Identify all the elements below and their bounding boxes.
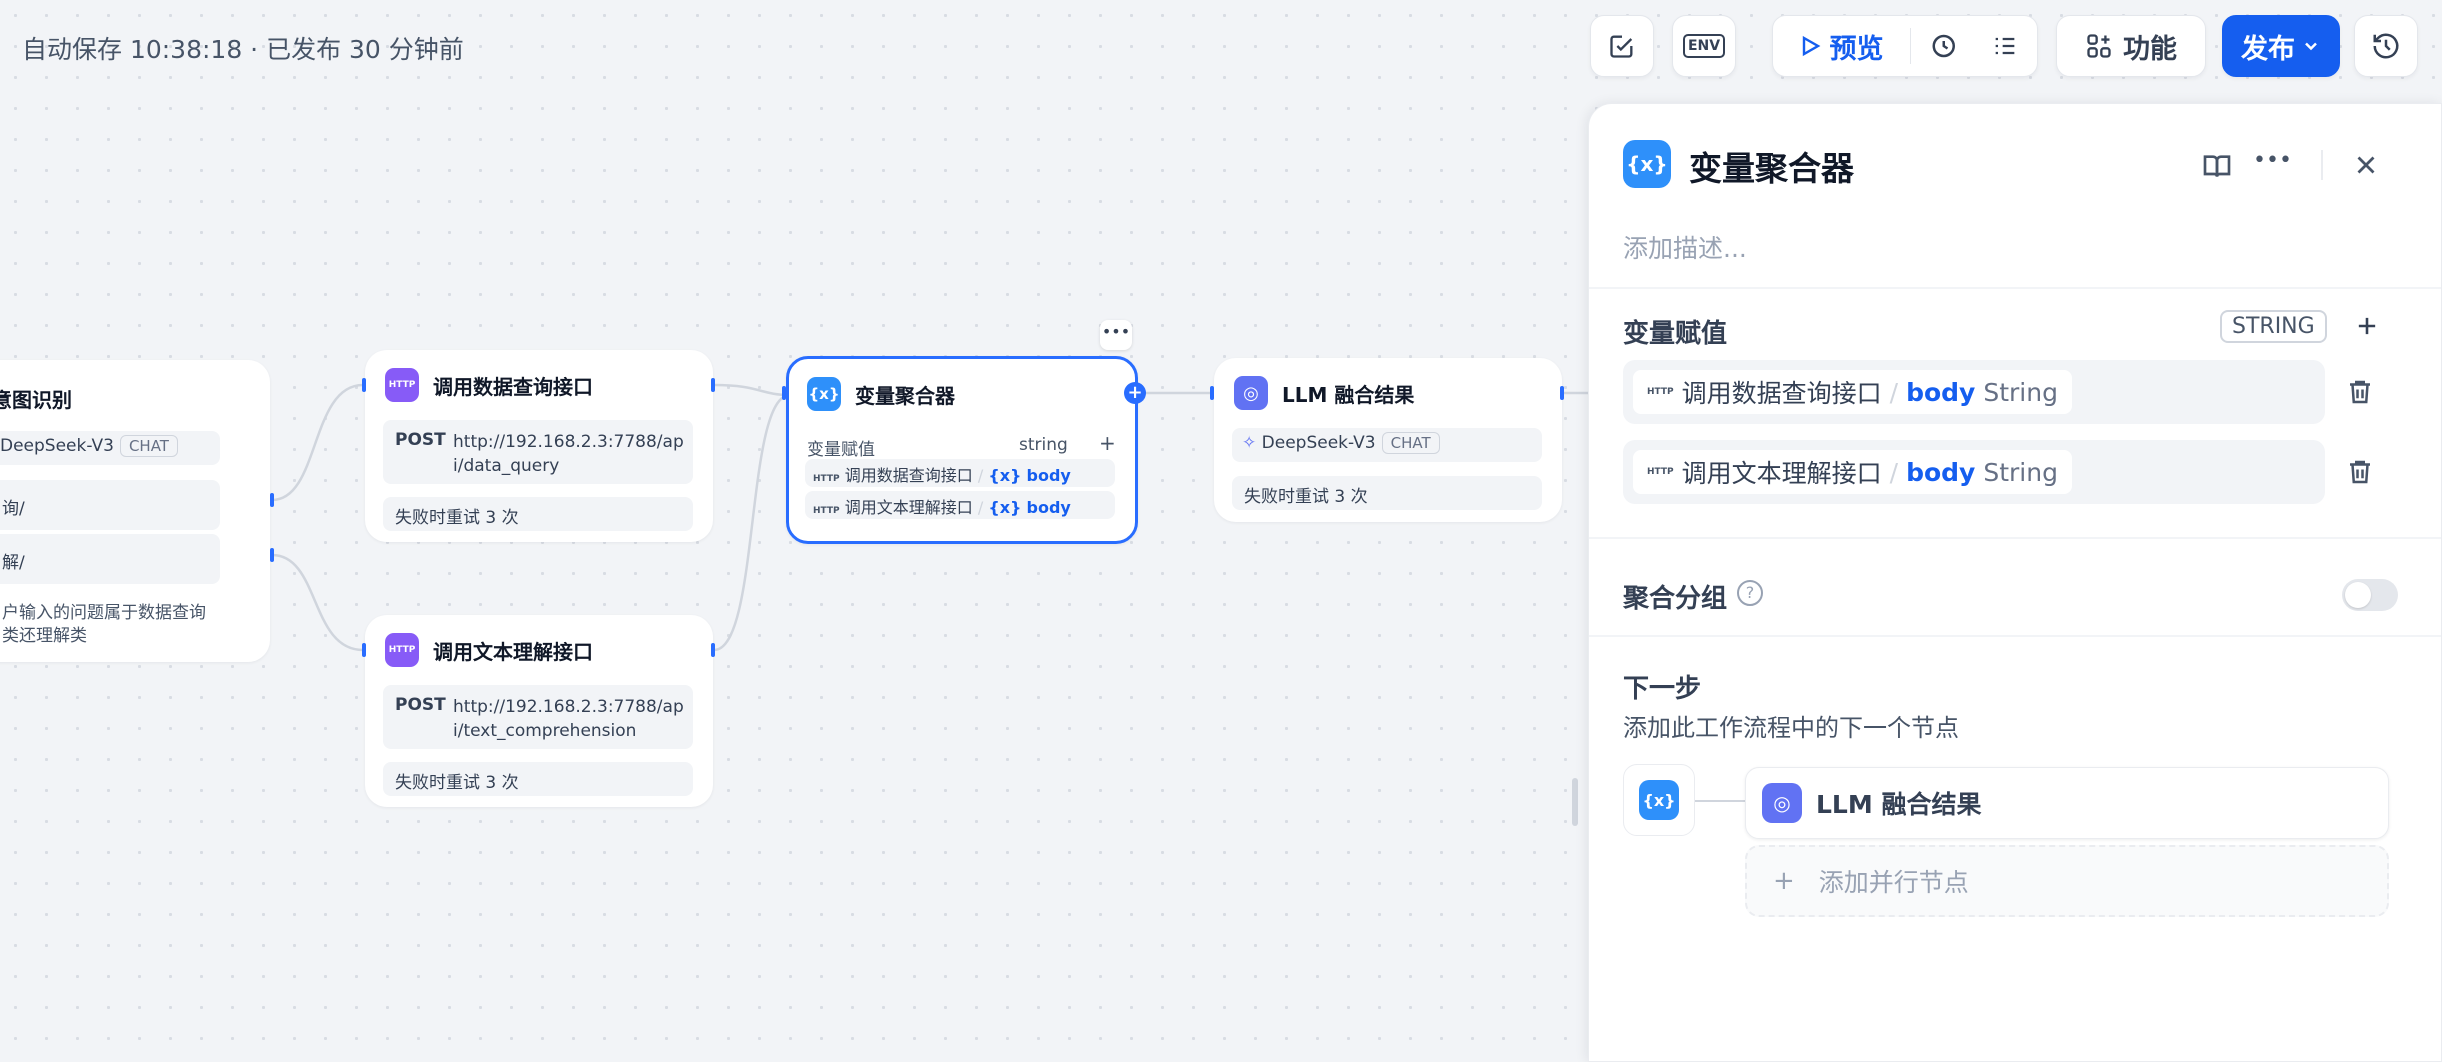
add-parallel-node-button[interactable]: + 添加并行节点 <box>1745 845 2389 917</box>
llm-icon: ◎ <box>1762 783 1802 823</box>
preview-group: 预览 <box>1772 15 2038 77</box>
http-icon: HTTP <box>813 474 840 484</box>
input-handle[interactable] <box>782 386 786 400</box>
next-step-desc: 添加此工作流程中的下一个节点 <box>1623 714 1959 742</box>
output-handle[interactable] <box>711 643 715 657</box>
current-node-thumb: {x} <box>1623 764 1695 836</box>
llm-icon: ◎ <box>1234 376 1268 410</box>
output-handle[interactable] <box>711 378 715 392</box>
variable-icon: {x} <box>1639 780 1679 820</box>
more-icon[interactable]: ••• <box>2253 148 2292 173</box>
history-icon <box>2373 33 2399 59</box>
next-node-card[interactable]: ◎ LLM 融合结果 <box>1745 767 2389 839</box>
description-input[interactable]: 添加描述... <box>1623 229 1747 265</box>
node-header: ◎ LLM 融合结果 <box>1234 376 1414 410</box>
node-config-panel: {x} 变量聚合器 ••• 添加描述... 变量赋值 STRING HTTP 调… <box>1588 103 2442 1062</box>
retry-pill: 失败时重试 3 次 <box>1232 476 1542 510</box>
plus-icon: + <box>1773 866 1795 896</box>
edge-intent-query <box>271 383 364 502</box>
features-button[interactable]: 功能 <box>2056 15 2206 77</box>
resize-handle[interactable] <box>1572 778 1578 826</box>
var-chip: HTTP 调用数据查询接口 / body String <box>1633 370 2072 414</box>
add-icon[interactable] <box>2353 312 2381 340</box>
divider <box>1909 28 1911 64</box>
var-chip: HTTP 调用文本理解接口 / body String <box>1633 450 2072 494</box>
type-select[interactable]: STRING <box>2220 310 2327 343</box>
divider <box>1589 287 2441 289</box>
chevron-down-icon <box>2305 42 2317 51</box>
connector-line <box>1695 800 1745 802</box>
env-button[interactable]: ENV <box>1672 15 1736 77</box>
type-label: string <box>1019 435 1068 455</box>
preview-button[interactable]: 预览 <box>1776 16 1906 76</box>
http-icon: HTTP <box>385 633 419 667</box>
var-row[interactable]: HTTP 调用文本理解接口 / body String <box>1623 440 2325 504</box>
node-intent[interactable]: 意图识别 DeepSeek-V3 CHAT 询/ 解/ 户输入的问题属于数据查询类… <box>0 360 270 662</box>
next-step-title: 下一步 <box>1623 674 1702 704</box>
input-handle[interactable] <box>1210 386 1214 400</box>
model-pill: ✧ DeepSeek-V3 CHAT <box>1232 428 1542 462</box>
output-handle[interactable] <box>270 493 274 507</box>
divider <box>2321 150 2323 180</box>
node-header: {x} 变量聚合器 <box>807 377 955 411</box>
check-edit-icon <box>1610 35 1633 58</box>
run-history-button[interactable] <box>1915 16 1975 76</box>
var-row: HTTP 调用文本理解接口 / {x} body <box>805 491 1115 519</box>
input-handle[interactable] <box>362 643 366 657</box>
retry-pill: 失败时重试 3 次 <box>383 762 693 796</box>
node-aggregator[interactable]: {x} 变量聚合器 变量赋值 string + HTTP 调用数据查询接口 / … <box>786 356 1138 544</box>
input-handle[interactable] <box>362 378 366 392</box>
version-history-button[interactable] <box>2354 15 2418 77</box>
var-row[interactable]: HTTP 调用数据查询接口 / body String <box>1623 360 2325 424</box>
var-row: HTTP 调用数据查询接口 / {x} body <box>805 459 1115 487</box>
publish-button[interactable]: 发布 <box>2222 15 2340 77</box>
model-pill: DeepSeek-V3 CHAT <box>0 431 220 465</box>
http-icon: HTTP <box>1647 467 1674 477</box>
env-icon: ENV <box>1682 34 1726 58</box>
request-pill: POST http://192.168.2.3:7788/api/data_qu… <box>383 420 693 484</box>
variable-icon: {x} <box>807 377 841 411</box>
group-title: 聚合分组 <box>1623 584 1728 614</box>
close-icon[interactable] <box>2351 150 2381 180</box>
request-pill: POST http://192.168.2.3:7788/api/text_co… <box>383 685 693 749</box>
node-header: HTTP 调用数据查询接口 <box>385 368 593 402</box>
node-title: 意图识别 <box>0 388 72 412</box>
http-icon: HTTP <box>1647 387 1674 397</box>
section-label: 变量赋值 <box>807 440 875 460</box>
divider <box>1589 635 2441 637</box>
more-icon[interactable]: ••• <box>1100 320 1132 350</box>
node-http-query[interactable]: HTTP 调用数据查询接口 POST http://192.168.2.3:77… <box>365 350 713 542</box>
node-http-text[interactable]: HTTP 调用文本理解接口 POST http://192.168.2.3:77… <box>365 615 713 807</box>
add-icon[interactable]: + <box>1099 431 1116 455</box>
output-handle[interactable] <box>270 548 274 562</box>
http-icon: HTTP <box>385 368 419 402</box>
checklist-view-button[interactable] <box>1975 16 2035 76</box>
node-header: HTTP 调用文本理解接口 <box>385 633 593 667</box>
instruction-text: 户输入的问题属于数据查询类还理解类 <box>2 603 206 646</box>
edge-intent-text <box>271 553 364 652</box>
group-toggle[interactable] <box>2342 579 2398 611</box>
list-check-icon <box>1995 37 2014 55</box>
grid-plus-icon <box>2087 34 2111 58</box>
panel-title: 变量聚合器 <box>1689 149 1854 188</box>
add-node-icon[interactable]: + <box>1124 382 1146 404</box>
class-item: 解/ <box>0 534 220 584</box>
class-item: 询/ <box>0 480 220 530</box>
clock-play-icon <box>1932 34 1955 58</box>
edge-text-agg <box>713 393 791 652</box>
variable-icon: {x} <box>1623 140 1671 188</box>
trash-icon[interactable] <box>2345 377 2375 407</box>
assign-title: 变量赋值 <box>1623 319 1728 349</box>
http-icon: HTTP <box>813 506 840 516</box>
help-icon[interactable]: ? <box>1737 580 1763 606</box>
output-handle[interactable] <box>1560 386 1564 400</box>
trash-icon[interactable] <box>2345 457 2375 487</box>
node-llm[interactable]: ◎ LLM 融合结果 ✧ DeepSeek-V3 CHAT 失败时重试 3 次 <box>1214 358 1562 522</box>
book-icon[interactable] <box>2201 150 2233 182</box>
edge-query-agg <box>713 383 791 397</box>
retry-pill: 失败时重试 3 次 <box>383 497 693 531</box>
divider <box>1589 537 2441 539</box>
model-logo-icon: ✧ <box>1242 433 1257 453</box>
play-icon <box>1802 35 1820 57</box>
